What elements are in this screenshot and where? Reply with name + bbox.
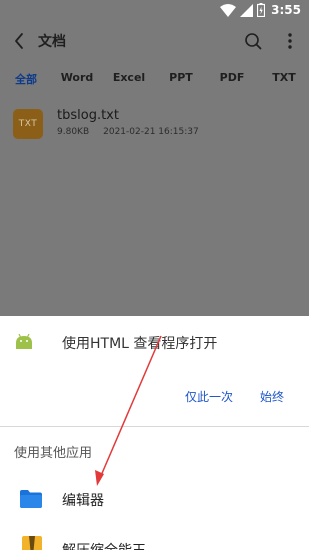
app-label: 编辑器 — [62, 493, 104, 509]
app-option-unzip[interactable]: 解压缩全能王 — [0, 532, 309, 550]
folder-icon — [20, 490, 42, 508]
battery-icon — [257, 3, 266, 17]
file-date: 2021-02-21 16:15:37 — [103, 127, 199, 137]
file-manager-background: 文档 全部 Word Excel PPT PDF TXT TXT tbslog.… — [0, 22, 309, 316]
tab-excel[interactable]: Excel — [113, 71, 145, 84]
tab-all[interactable]: 全部 — [15, 71, 37, 87]
just-once-button[interactable]: 仅此一次 — [185, 388, 233, 405]
open-with-sheet: 使用HTML 查看程序打开 仅此一次 始终 使用其他应用 编辑器 解压缩全能王 — [0, 316, 309, 550]
tab-word[interactable]: Word — [61, 71, 94, 84]
file-size: 9.80KB — [57, 127, 90, 137]
file-name: tbslog.txt — [57, 108, 119, 123]
other-apps-heading: 使用其他应用 — [14, 446, 93, 461]
more-icon[interactable] — [284, 31, 296, 51]
tab-pdf[interactable]: PDF — [220, 71, 245, 84]
file-list-item[interactable]: TXT tbslog.txt 9.80KB 2021-02-21 16:15:37 — [0, 106, 309, 146]
search-icon[interactable] — [244, 32, 262, 50]
txt-file-icon: TXT — [13, 109, 43, 139]
file-icon-label: TXT — [18, 119, 38, 129]
divider — [0, 426, 309, 427]
back-icon[interactable] — [12, 32, 26, 50]
status-bar: 3:55 — [0, 0, 309, 22]
file-meta: 9.80KB 2021-02-21 16:15:37 — [57, 127, 199, 137]
status-time: 3:55 — [271, 3, 301, 17]
signal-icon — [240, 3, 254, 17]
category-tabs: 全部 Word Excel PPT PDF TXT — [0, 68, 309, 90]
android-icon — [16, 333, 32, 349]
app-option-editor[interactable]: 编辑器 — [0, 482, 309, 518]
wifi-icon — [220, 3, 237, 17]
open-with-title: 使用HTML 查看程序打开 — [62, 336, 218, 352]
top-bar: 文档 — [0, 22, 309, 60]
tab-ppt[interactable]: PPT — [169, 71, 193, 84]
page-title: 文档 — [38, 34, 66, 50]
always-button[interactable]: 始终 — [260, 388, 284, 405]
status-icons: 3:55 — [220, 3, 301, 17]
tab-txt[interactable]: TXT — [272, 71, 296, 84]
app-label: 解压缩全能王 — [62, 540, 146, 550]
zip-icon — [22, 536, 42, 550]
